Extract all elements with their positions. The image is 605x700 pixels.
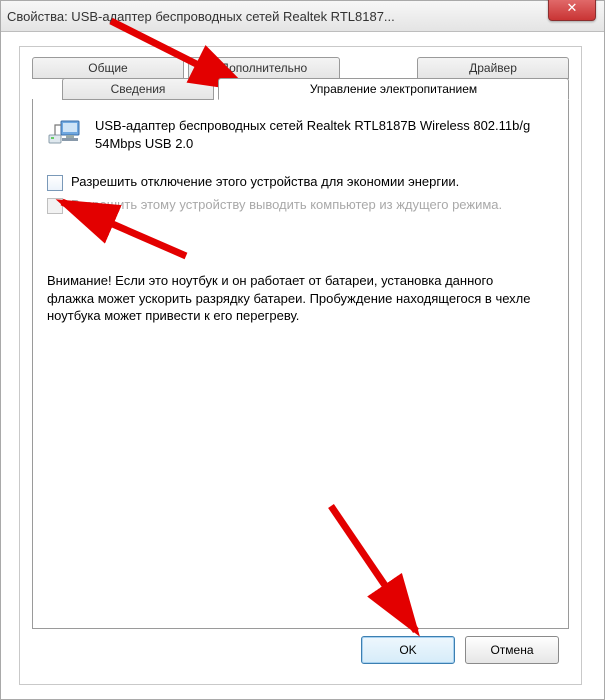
tab-power-management[interactable]: Управление электропитанием (218, 78, 569, 100)
network-adapter-icon (47, 117, 83, 149)
ok-button[interactable]: OK (361, 636, 455, 664)
checkbox-allow-wake: Разрешить этому устройству выводить комп… (47, 197, 554, 214)
checkbox-allow-wake-label: Разрешить этому устройству выводить комп… (71, 197, 502, 214)
tab-general[interactable]: Общие (32, 57, 184, 79)
tab-content: USB-адаптер беспроводных сетей Realtek R… (32, 99, 569, 629)
checkbox-allow-power-off[interactable]: Разрешить отключение этого устройства дл… (47, 174, 554, 191)
tab-details[interactable]: Сведения (62, 78, 214, 100)
device-name: USB-адаптер беспроводных сетей Realtek R… (95, 117, 554, 152)
checkbox-allow-power-off-label: Разрешить отключение этого устройства дл… (71, 174, 459, 191)
properties-dialog: Свойства: USB-адаптер беспроводных сетей… (0, 0, 605, 700)
checkbox-icon (47, 175, 63, 191)
warning-text: Внимание! Если это ноутбук и он работает… (47, 272, 537, 325)
cancel-button[interactable]: Отмена (465, 636, 559, 664)
window-title: Свойства: USB-адаптер беспроводных сетей… (7, 9, 598, 24)
titlebar[interactable]: Свойства: USB-адаптер беспроводных сетей… (1, 1, 604, 32)
content-panel: Общие Дополнительно Драйвер Сведения Упр… (19, 46, 582, 685)
close-icon: ✕ (567, 0, 578, 16)
tab-advanced[interactable]: Дополнительно (188, 57, 340, 79)
tab-driver[interactable]: Драйвер (417, 57, 569, 79)
checkbox-icon (47, 198, 63, 214)
close-button[interactable]: ✕ (548, 0, 596, 21)
tabs: Общие Дополнительно Драйвер Сведения Упр… (20, 47, 581, 100)
